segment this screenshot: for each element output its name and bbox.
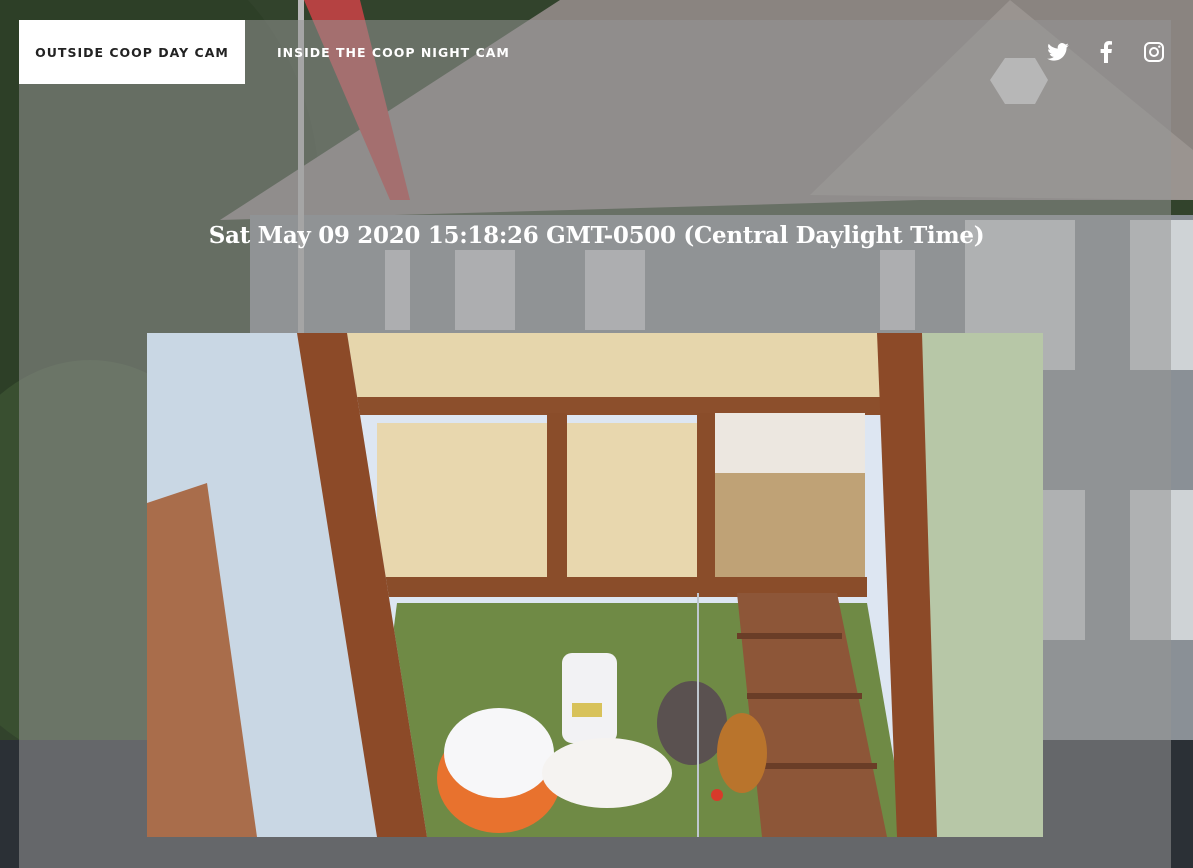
- coop-camera-feed: [147, 333, 1043, 837]
- facebook-icon[interactable]: [1093, 39, 1119, 65]
- twitter-icon[interactable]: [1045, 39, 1071, 65]
- instagram-icon[interactable]: [1141, 39, 1167, 65]
- tab-inside-coop-night-cam[interactable]: INSIDE THE COOP NIGHT CAM: [245, 20, 542, 84]
- top-nav: OUTSIDE COOP DAY CAM INSIDE THE COOP NIG…: [19, 20, 1171, 84]
- stream-timestamp: Sat May 09 2020 15:18:26 GMT-0500 (Centr…: [208, 222, 985, 249]
- social-links: [1045, 20, 1167, 84]
- tab-outside-coop-day-cam[interactable]: OUTSIDE COOP DAY CAM: [19, 20, 245, 84]
